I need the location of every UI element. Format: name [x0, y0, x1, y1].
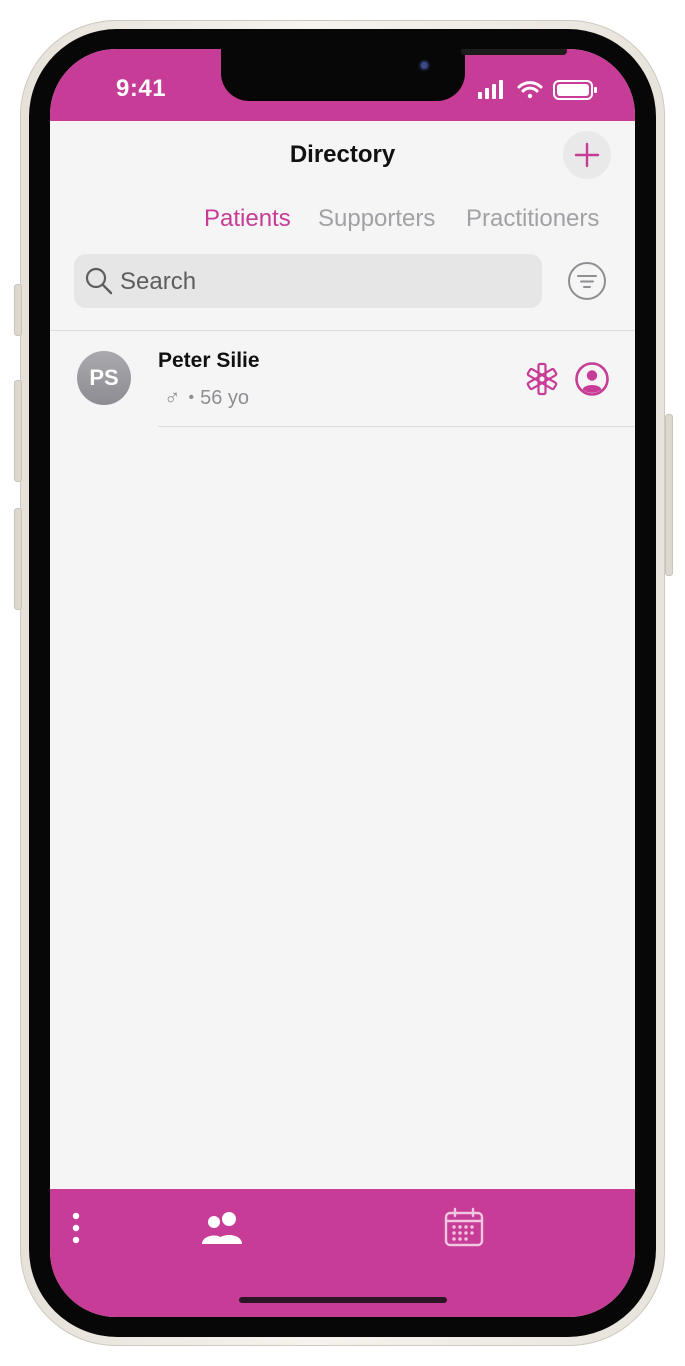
status-icons [478, 80, 597, 100]
power-button [665, 414, 673, 576]
cellular-signal-icon [478, 80, 503, 99]
battery-icon [553, 80, 597, 100]
star-of-life-icon[interactable] [525, 362, 559, 396]
row-divider [158, 426, 635, 427]
filter-icon[interactable] [567, 261, 607, 301]
tab-patients[interactable]: Patients [204, 205, 291, 233]
patient-meta: ♂ • 56 yo [164, 385, 249, 411]
screen: 9:41 Directory Patients Supporters Pract… [50, 49, 635, 1317]
more-icon[interactable] [70, 1211, 82, 1245]
calendar-icon[interactable] [443, 1207, 485, 1249]
status-time: 9:41 [116, 75, 167, 102]
segment-tabs: Patients Supporters Practitioners [50, 205, 635, 235]
search-input[interactable]: Search [74, 254, 542, 308]
patient-name: Peter Silie [158, 349, 260, 372]
page-title: Directory [289, 141, 396, 168]
tab-bar [50, 1189, 635, 1317]
notch [221, 49, 567, 101]
action-button [14, 284, 22, 336]
speaker [461, 49, 567, 55]
patient-age: 56 yo [200, 386, 250, 409]
header: Directory [50, 121, 635, 185]
home-indicator[interactable] [239, 1297, 447, 1303]
wifi-icon [517, 81, 543, 99]
avatar: PS [77, 351, 131, 405]
volume-down-button [14, 508, 22, 610]
tab-supporters[interactable]: Supporters [318, 205, 435, 233]
people-icon[interactable] [200, 1211, 246, 1245]
search-placeholder: Search [120, 268, 197, 295]
front-camera [418, 59, 432, 73]
search-icon [85, 267, 113, 295]
add-button[interactable] [563, 131, 611, 179]
volume-up-button [14, 380, 22, 482]
meta-separator: • [188, 389, 195, 406]
plus-icon [574, 142, 600, 168]
tab-practitioners[interactable]: Practitioners [466, 205, 599, 233]
user-circle-icon[interactable] [574, 361, 610, 397]
male-icon: ♂ [164, 385, 181, 410]
